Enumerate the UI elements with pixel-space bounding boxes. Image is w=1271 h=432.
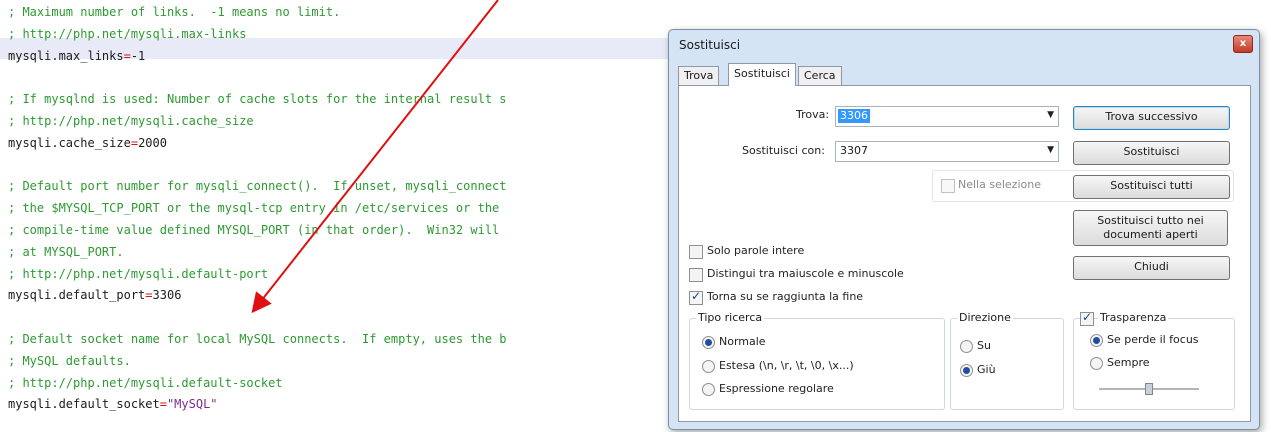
match-case-checkbox[interactable] xyxy=(689,268,703,282)
chevron-down-icon[interactable]: ▼ xyxy=(1047,110,1054,120)
replace-panel: Trova: 3306 ▼ Sostituisci con: 3307 ▼ Ne… xyxy=(678,85,1251,422)
wrap-around-label: Torna su se raggiunta la fine xyxy=(707,290,864,303)
whole-words-checkbox[interactable] xyxy=(689,245,703,259)
wrap-around-checkbox[interactable] xyxy=(689,289,703,305)
transparency-checkbox[interactable] xyxy=(1080,310,1094,326)
transparency-focus-label: Se perde il focus xyxy=(1107,333,1199,346)
find-value: 3306 xyxy=(838,109,870,123)
close-icon[interactable]: x xyxy=(1233,35,1253,53)
search-type-title: Tipo ricerca xyxy=(696,311,765,324)
tab-replace[interactable]: Sostituisci xyxy=(728,63,796,86)
find-input[interactable]: 3306 ▼ xyxy=(835,106,1059,127)
replace-button[interactable]: Sostituisci xyxy=(1073,141,1230,165)
find-label: Trova: xyxy=(796,108,830,121)
direction-up-label: Su xyxy=(977,339,991,352)
replace-all-open-line2: documenti aperti xyxy=(1103,228,1198,241)
in-selection-label: Nella selezione xyxy=(958,178,1041,191)
replace-label: Sostituisci con: xyxy=(742,144,825,157)
find-next-button[interactable]: Trova successivo xyxy=(1073,106,1230,130)
in-selection-checkbox[interactable] xyxy=(941,179,955,193)
tab-find[interactable]: Trova xyxy=(678,66,720,85)
search-regex-label: Espressione regolare xyxy=(719,382,834,395)
replace-all-open-docs-button[interactable]: Sostituisci tutto nei documenti aperti xyxy=(1073,210,1228,246)
search-extended-radio[interactable] xyxy=(702,360,715,373)
close-button[interactable]: Chiudi xyxy=(1073,256,1230,280)
transparency-always-radio[interactable] xyxy=(1090,357,1103,370)
direction-down-label: Giù xyxy=(977,363,996,376)
transparency-always-label: Sempre xyxy=(1107,356,1150,369)
replace-all-button[interactable]: Sostituisci tutti xyxy=(1073,175,1230,199)
chevron-down-icon[interactable]: ▼ xyxy=(1047,145,1054,155)
transparency-slider-thumb[interactable] xyxy=(1145,383,1153,395)
whole-words-label: Solo parole intere xyxy=(707,244,805,257)
tab-find-in-files[interactable]: Cerca nei file xyxy=(798,66,842,118)
search-normal-radio[interactable] xyxy=(702,336,715,349)
transparency-focus-radio[interactable] xyxy=(1090,334,1103,347)
direction-up-radio[interactable] xyxy=(960,340,973,353)
dialog-title: Sostituisci xyxy=(679,38,741,52)
replace-value: 3307 xyxy=(840,144,868,157)
transparency-label: Trasparenza xyxy=(1098,311,1169,324)
direction-down-radio[interactable] xyxy=(960,364,973,377)
match-case-label: Distingui tra maiuscole e minuscole xyxy=(707,267,904,280)
replace-all-open-line1: Sostituisci tutto nei xyxy=(1097,214,1204,227)
search-extended-label: Estesa (\n, \r, \t, \0, \x...) xyxy=(719,359,854,372)
replace-dialog: Sostituisci x Trova Sostituisci Cerca ne… xyxy=(668,29,1260,430)
direction-title: Direzione xyxy=(957,311,1013,324)
search-normal-label: Normale xyxy=(719,335,766,348)
replace-input[interactable]: 3307 ▼ xyxy=(835,141,1059,162)
search-regex-radio[interactable] xyxy=(702,383,715,396)
